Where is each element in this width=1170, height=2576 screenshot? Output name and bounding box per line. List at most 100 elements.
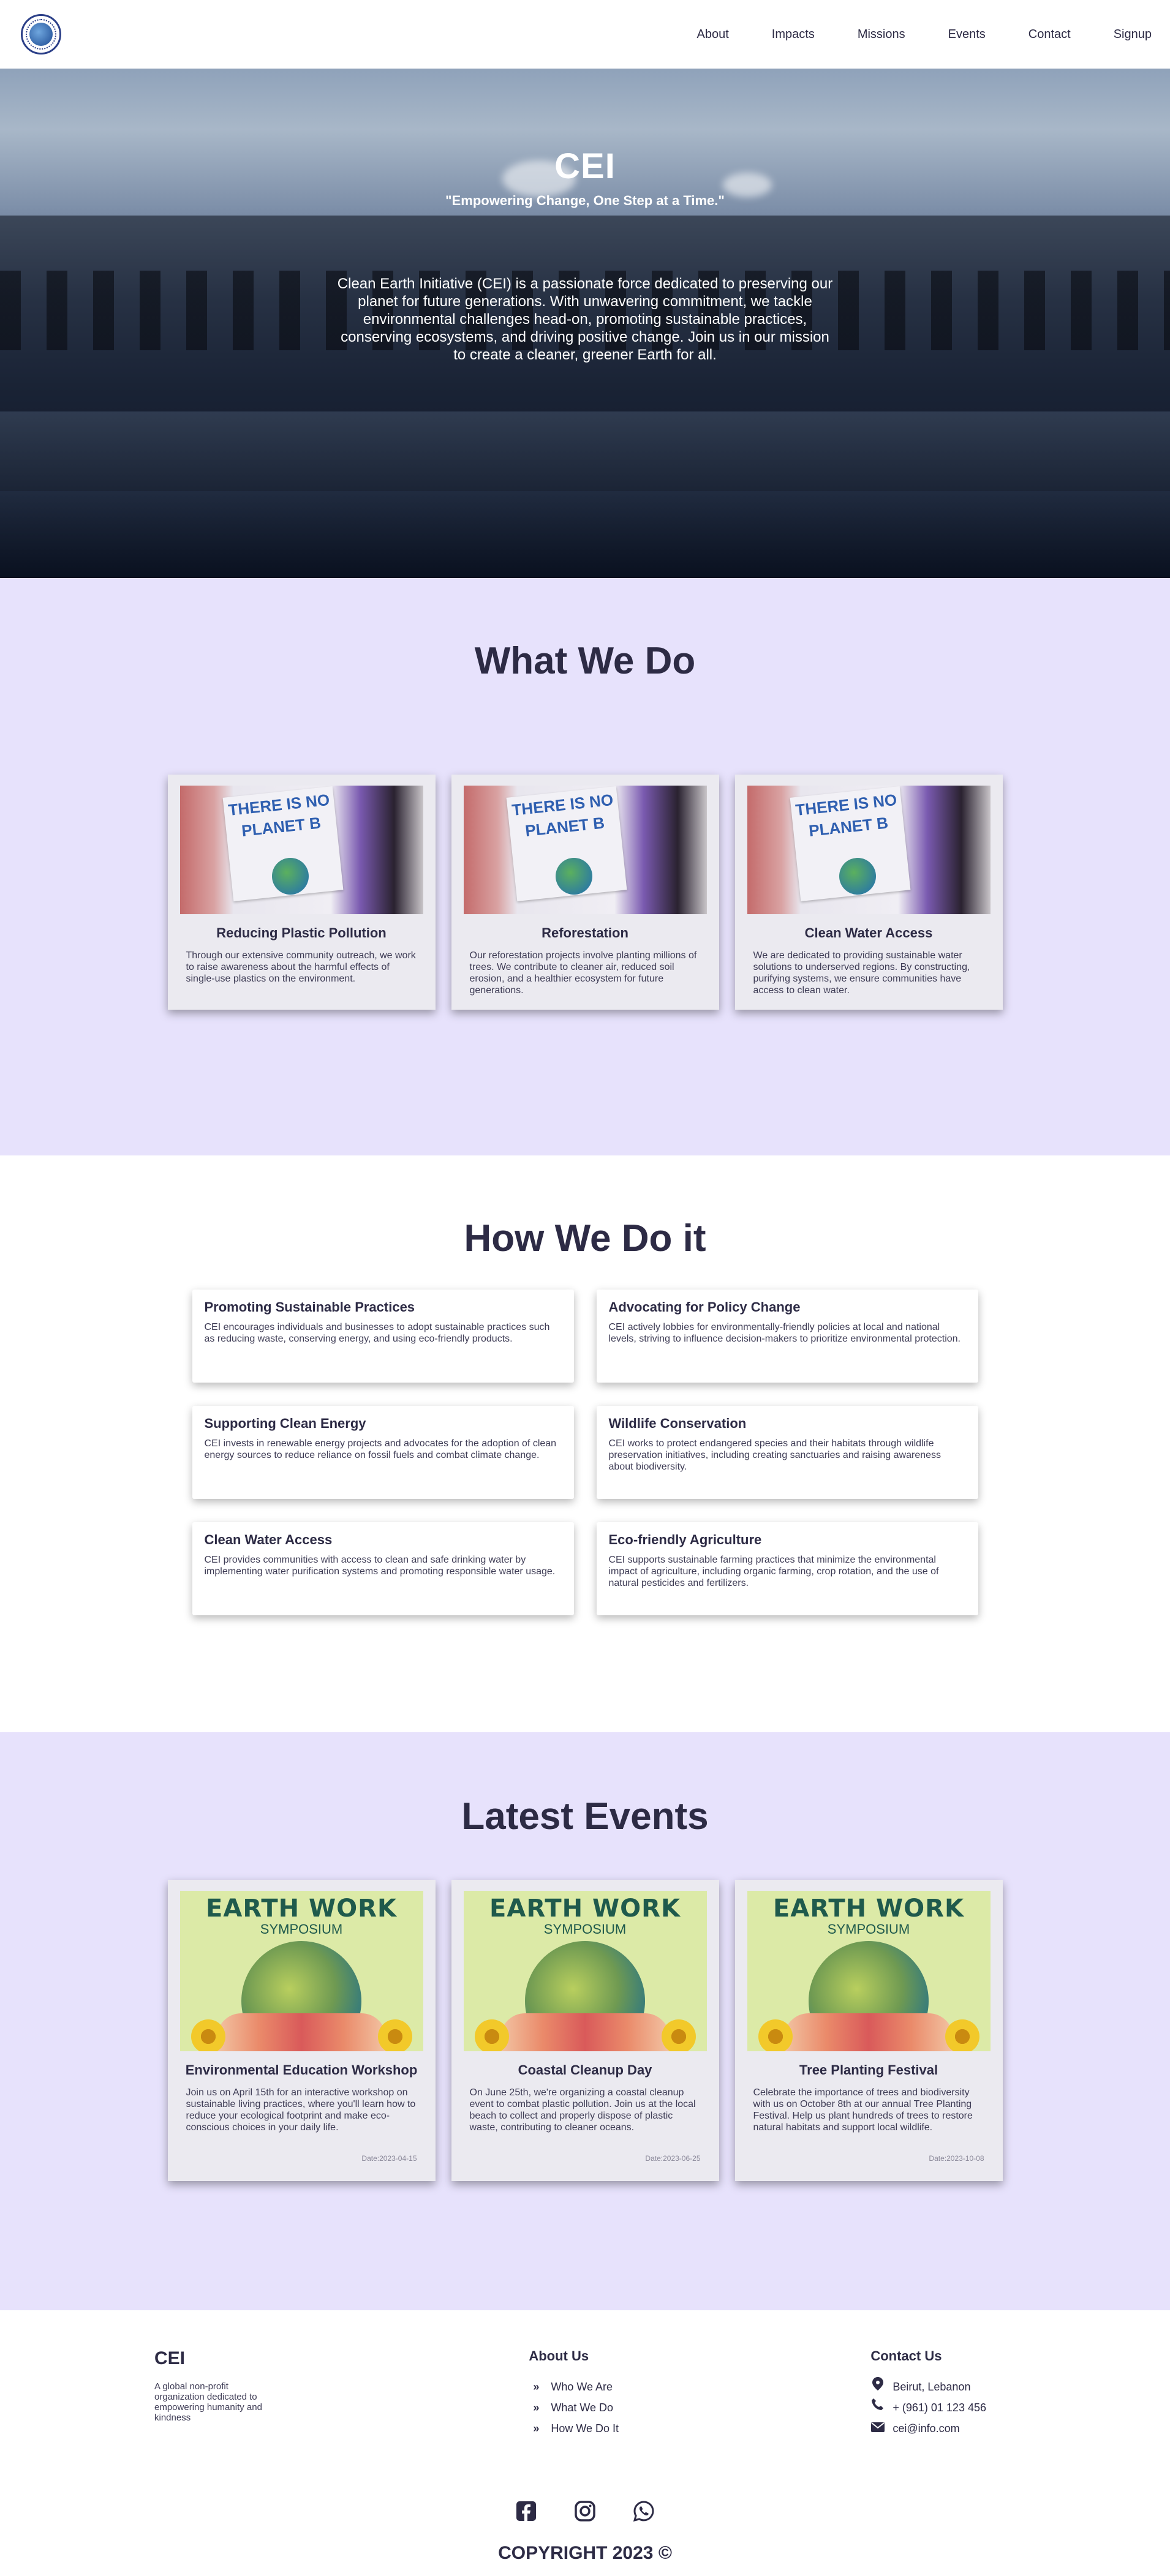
hero-section: CEI "Empowering Change, One Step at a Ti…: [0, 69, 1170, 578]
earth-work-poster: EARTH WORK SYMPOSIUM: [747, 1891, 991, 2051]
planet-b-image: THERE IS NO PLANET B: [179, 786, 423, 914]
event-text: On June 25th, we're organizing a coastal…: [469, 2087, 696, 2133]
nav-contact-link[interactable]: Contact: [1028, 28, 1071, 42]
mail-icon: [870, 2418, 885, 2439]
footer-link-label: What We Do: [551, 2401, 614, 2414]
hero-tagline: "Empowering Change, One Step at a Time.": [445, 193, 725, 208]
event-title: Coastal Cleanup Day: [518, 2062, 652, 2078]
how-card-title: Advocating for Policy Change: [608, 1299, 801, 1315]
footer-columns: CEI A global non-profit organization ded…: [0, 2348, 1170, 2439]
event-card[interactable]: EARTH WORK SYMPOSIUM Environmental Educa…: [167, 1880, 436, 2181]
nav-impacts-link[interactable]: Impacts: [772, 28, 815, 42]
what-we-do-section: What We Do THERE IS NO PLANET B Reducing…: [0, 578, 1170, 1155]
double-chevron-right-icon: »: [533, 2381, 540, 2393]
hands-icon: [500, 2013, 670, 2051]
contact-email[interactable]: cei@info.com: [870, 2418, 986, 2439]
how-grid: Promoting Sustainable Practices CEI enco…: [0, 1290, 1170, 1615]
how-we-do-it-section: How We Do it Promoting Sustainable Pract…: [0, 1155, 1170, 1732]
how-card-text: CEI actively lobbies for environmentally…: [608, 1322, 961, 1344]
how-card: Clean Water Access CEI provides communit…: [192, 1522, 574, 1615]
what-we-do-title: What We Do: [474, 640, 696, 682]
event-cards: EARTH WORK SYMPOSIUM Environmental Educa…: [0, 1880, 1170, 2181]
earth-work-poster: EARTH WORK SYMPOSIUM: [179, 1891, 423, 2051]
poster-title: EARTH WORK: [489, 1894, 681, 1923]
event-text: Join us on April 15th for an interactive…: [186, 2087, 416, 2133]
cei-logo[interactable]: [21, 14, 61, 54]
poster-subtitle: SYMPOSIUM: [260, 1921, 343, 1937]
card-title: Clean Water Access: [804, 925, 933, 941]
poster-title: EARTH WORK: [206, 1894, 397, 1923]
hands-icon: [783, 2013, 953, 2051]
footer-contact-title: Contact Us: [870, 2348, 942, 2364]
contact-email-text: cei@info.com: [893, 2422, 960, 2435]
card-text: We are dedicated to providing sustainabl…: [753, 950, 970, 996]
double-chevron-right-icon: »: [533, 2401, 540, 2414]
what-card: THERE IS NO PLANET B Reducing Plastic Po…: [167, 775, 436, 1010]
footer-contact: Contact Us Beirut, Lebanon + (961) 01 12…: [870, 2348, 986, 2439]
social-links: [0, 2500, 1170, 2522]
latest-events-section: Latest Events EARTH WORK SYMPOSIUM Envir…: [0, 1732, 1170, 2310]
earth-icon: [271, 858, 309, 895]
earth-work-poster: EARTH WORK SYMPOSIUM: [463, 1891, 707, 2051]
how-card-title: Wildlife Conservation: [608, 1416, 747, 1431]
hero-content: CEI "Empowering Change, One Step at a Ti…: [0, 69, 1170, 364]
how-card: Advocating for Policy Change CEI activel…: [596, 1290, 978, 1383]
how-card-title: Eco-friendly Agriculture: [608, 1532, 762, 1547]
event-text: Celebrate the importance of trees and bi…: [753, 2087, 973, 2133]
hands-icon: [216, 2013, 386, 2051]
location-pin-icon: [870, 2376, 885, 2397]
planet-b-image: THERE IS NO PLANET B: [747, 786, 991, 914]
poster-title: EARTH WORK: [773, 1894, 964, 1923]
flower-icon: [945, 2019, 979, 2051]
earth-icon: [839, 858, 876, 895]
hero-reflection: [0, 411, 1170, 578]
nav-missions-link[interactable]: Missions: [858, 28, 905, 42]
nav-about-link[interactable]: About: [697, 28, 729, 42]
footer-link-label: How We Do It: [551, 2422, 619, 2435]
how-card-title: Clean Water Access: [204, 1532, 333, 1547]
hero-description: Clean Earth Initiative (CEI) is a passio…: [337, 276, 833, 363]
planet-b-image: THERE IS NO PLANET B: [463, 786, 707, 914]
how-card-text: CEI provides communities with access to …: [204, 1555, 556, 1577]
poster-subtitle: SYMPOSIUM: [543, 1921, 627, 1937]
whatsapp-icon[interactable]: [633, 2500, 655, 2522]
how-card-text: CEI works to protect endangered species …: [608, 1438, 942, 1472]
nav-links: About Impacts Missions Events Contact Si…: [654, 28, 1152, 42]
copyright-text: COPYRIGHT 2023 ©: [498, 2543, 672, 2563]
what-card: THERE IS NO PLANET B Clean Water Access …: [734, 775, 1003, 1010]
how-we-do-it-title: How We Do it: [464, 1217, 706, 1260]
nav-signup-link[interactable]: Signup: [1114, 28, 1152, 42]
nav-events-link[interactable]: Events: [948, 28, 986, 42]
how-card-title: Supporting Clean Energy: [204, 1416, 366, 1431]
how-card: Supporting Clean Energy CEI invests in r…: [192, 1406, 574, 1499]
phone-icon: [870, 2397, 885, 2418]
double-chevron-right-icon: »: [533, 2422, 540, 2435]
footer-link-label: Who We Are: [551, 2381, 613, 2393]
event-card[interactable]: EARTH WORK SYMPOSIUM Tree Planting Festi…: [734, 1880, 1003, 2181]
flower-icon: [377, 2019, 412, 2051]
top-navbar: About Impacts Missions Events Contact Si…: [0, 0, 1170, 69]
card-title: Reducing Plastic Pollution: [216, 925, 387, 941]
footer-brand: CEI A global non-profit organization ded…: [154, 2348, 277, 2439]
how-card: Wildlife Conservation CEI works to prote…: [596, 1406, 978, 1499]
contact-phone[interactable]: + (961) 01 123 456: [870, 2397, 986, 2418]
how-card: Promoting Sustainable Practices CEI enco…: [192, 1290, 574, 1383]
event-title: Environmental Education Workshop: [185, 2062, 418, 2078]
how-card-text: CEI supports sustainable farming practic…: [608, 1555, 939, 1588]
how-card-title: Promoting Sustainable Practices: [204, 1299, 415, 1315]
footer-about: About Us » Who We Are » What We Do » How We…: [529, 2348, 619, 2439]
event-card[interactable]: EARTH WORK SYMPOSIUM Coastal Cleanup Day…: [451, 1880, 719, 2181]
logo-ring: [26, 19, 56, 50]
footer-link-what-we-do[interactable]: » What We Do: [529, 2397, 619, 2418]
footer-about-links: » Who We Are » What We Do » How We Do It: [529, 2376, 619, 2439]
footer-link-how-we-do-it[interactable]: » How We Do It: [529, 2418, 619, 2439]
how-card: Eco-friendly Agriculture CEI supports su…: [596, 1522, 978, 1615]
footer-brand-text: A global non-profit organization dedicat…: [154, 2381, 262, 2423]
how-card-text: CEI encourages individuals and businesse…: [204, 1322, 550, 1344]
instagram-icon[interactable]: [574, 2500, 596, 2522]
footer-link-who-we-are[interactable]: » Who We Are: [529, 2376, 619, 2397]
earth-icon: [555, 858, 592, 895]
hero-title: CEI: [554, 146, 616, 186]
what-card: THERE IS NO PLANET B Reforestation Our r…: [451, 775, 719, 1010]
facebook-icon[interactable]: [515, 2500, 537, 2522]
